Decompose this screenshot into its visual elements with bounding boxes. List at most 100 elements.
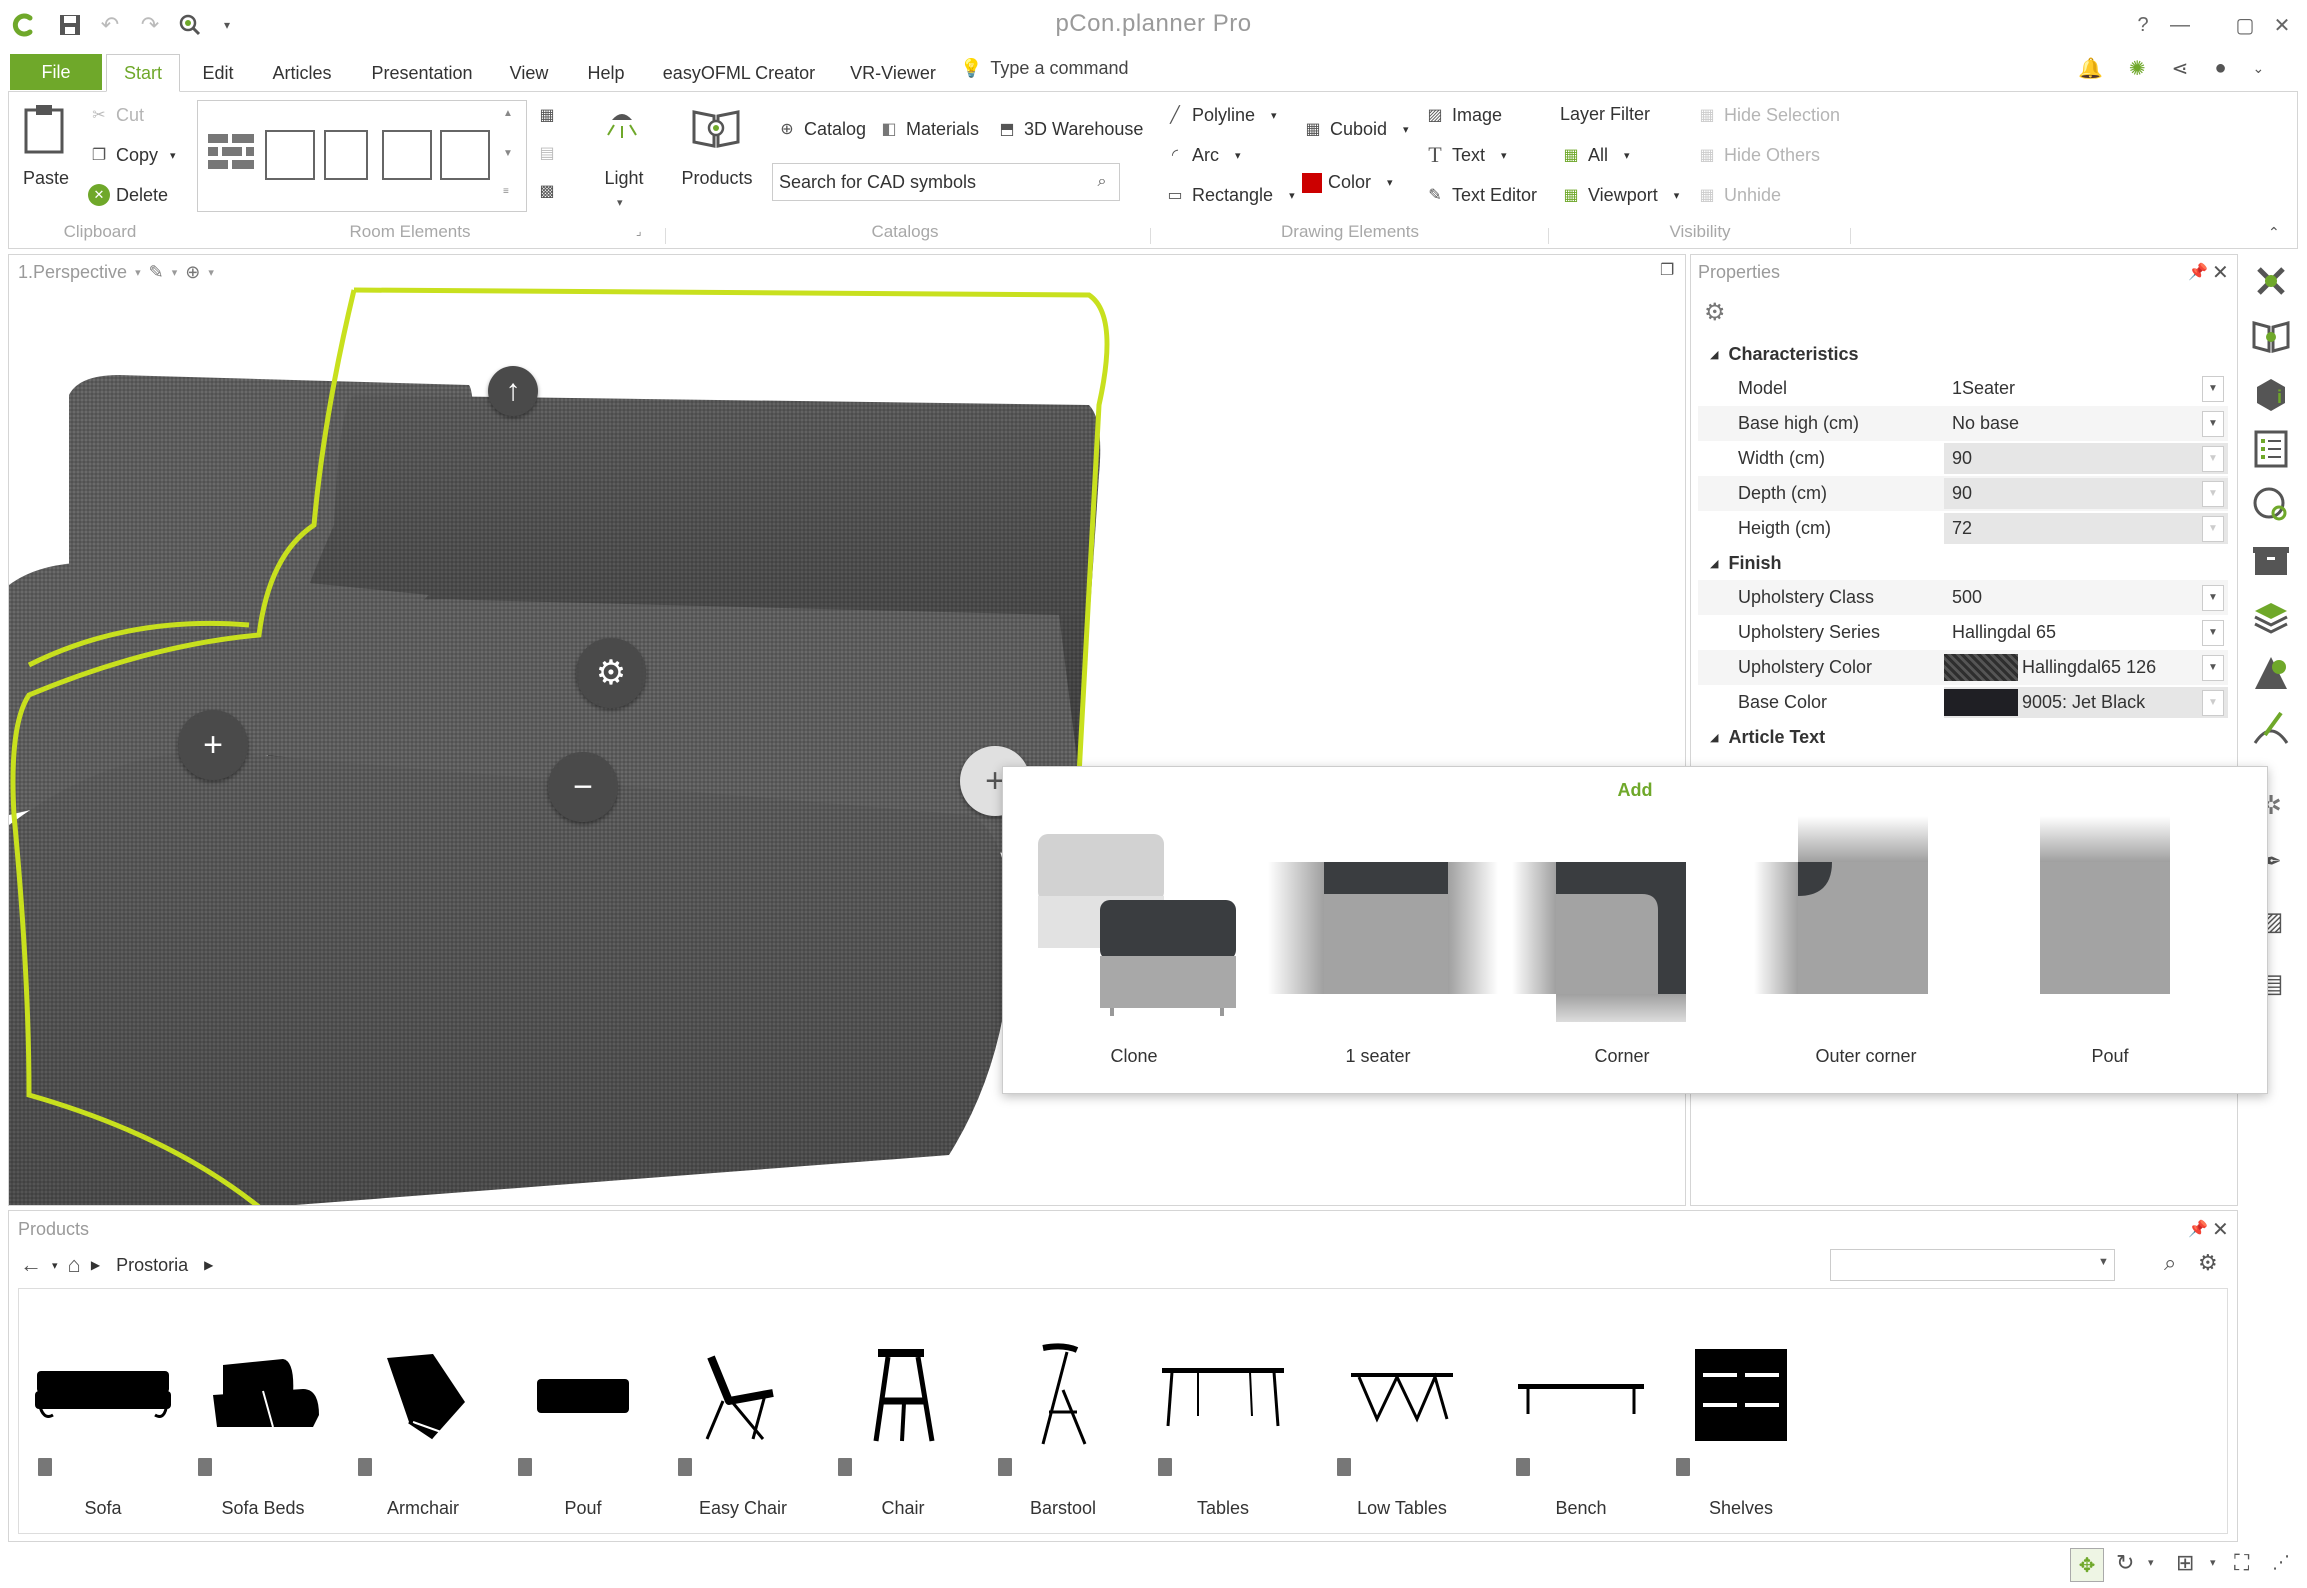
orbit-dropdown-icon[interactable]: ▾ (2148, 1556, 2154, 1569)
3d-warehouse-button[interactable]: ⬒ 3D Warehouse (996, 118, 1143, 140)
properties-tool-icon[interactable]: ⚙ (1704, 298, 1726, 327)
dropdown-arrow-icon[interactable]: ▼ (2202, 445, 2224, 472)
materials-button[interactable]: ◧ Materials (878, 118, 979, 140)
snap-dropdown-icon[interactable]: ▾ (208, 266, 214, 279)
tools-wrench-icon[interactable] (2246, 256, 2296, 306)
layer-filter-button[interactable]: Layer Filter (1560, 104, 1650, 125)
product-low-tables[interactable]: Low Tables (1327, 1330, 1477, 1530)
room-floorplan-icon[interactable] (265, 130, 315, 180)
product-sofa-beds[interactable]: Sofa Beds (188, 1330, 338, 1530)
dropdown-arrow-icon[interactable]: ▼ (2202, 654, 2224, 681)
products-close-icon[interactable]: ✕ (2212, 1217, 2229, 1242)
light-button[interactable]: Light (592, 168, 656, 189)
products-settings-icon[interactable]: ⚙ (2198, 1250, 2218, 1276)
help-icon[interactable]: ? (2128, 10, 2158, 40)
gallery-scroll-down-icon[interactable]: ▼ (503, 148, 513, 159)
article-info-icon[interactable]: i (2246, 368, 2296, 418)
breadcrumb-prostoria[interactable]: Prostoria (116, 1255, 188, 1276)
tab-easyofml-creator[interactable]: easyOFML Creator (658, 54, 820, 92)
split-view-dropdown-icon[interactable]: ▾ (2210, 1556, 2216, 1569)
layer-viewport-button[interactable]: ▦ Viewport ▾ (1560, 184, 1679, 206)
add-1-seater-option[interactable]: 1 seater (1258, 812, 1498, 1082)
prop-row-width[interactable]: Width (cm) 90 ▼ (1698, 441, 2228, 476)
cuboid-button[interactable]: ▦ Cuboid ▾ (1302, 118, 1408, 140)
viewport-restore-icon[interactable]: ❐ (1660, 260, 1674, 280)
resize-grip-icon[interactable]: ⋰ (2272, 1552, 2290, 1573)
cad-symbol-search-input[interactable]: Search for CAD symbols ⌕ (772, 163, 1120, 201)
light-icon[interactable] (600, 108, 644, 153)
ribbon-options-icon[interactable]: ⌄ (2253, 60, 2265, 77)
delete-button[interactable]: ✕ Delete (88, 184, 168, 206)
room-tool-3-icon[interactable]: ▩ (536, 180, 558, 202)
article-list-icon[interactable] (2246, 424, 2296, 474)
home-icon[interactable]: ⌂ (68, 1252, 81, 1278)
dropdown-arrow-icon[interactable]: ▼ (2202, 689, 2224, 716)
copy-button[interactable]: ❐ Copy ▾ (88, 144, 176, 166)
pen-tool-icon[interactable]: ✎ (149, 262, 164, 283)
search-icon[interactable]: ⌕ (1091, 171, 1113, 193)
product-bench[interactable]: Bench (1506, 1330, 1656, 1530)
prop-value[interactable]: 9005: Jet Black ▼ (1944, 687, 2228, 718)
product-pouf[interactable]: Pouf (508, 1330, 658, 1530)
product-chair[interactable]: Chair (828, 1330, 978, 1530)
add-clone-option[interactable]: Clone (1014, 812, 1254, 1082)
orbit-icon[interactable]: ↻ (2116, 1550, 2134, 1576)
products-search-dropdown-icon[interactable]: ▼ (2098, 1256, 2109, 1268)
products-pin-icon[interactable]: 📌 (2188, 1219, 2208, 1239)
minimize-button[interactable]: — (2165, 10, 2195, 40)
properties-pin-icon[interactable]: 📌 (2188, 262, 2208, 282)
room-tool-2-icon[interactable]: ▤ (536, 142, 558, 164)
door-icon[interactable] (324, 130, 368, 180)
text-button[interactable]: T Text ▾ (1424, 142, 1506, 167)
command-search[interactable]: 💡 Type a command (960, 58, 1129, 79)
product-armchair[interactable]: Armchair (348, 1330, 498, 1530)
tab-help[interactable]: Help (578, 54, 634, 92)
navigation-mode-icon[interactable]: ✥ (2070, 1548, 2104, 1582)
prop-row-upholstery-color[interactable]: Upholstery Color Hallingdal65 126 ▼ (1698, 650, 2228, 685)
catalog-button[interactable]: ⊕ Catalog (776, 118, 866, 140)
cut-button[interactable]: ✂ Cut (88, 104, 144, 126)
prop-value[interactable]: 500 ▼ (1944, 582, 2228, 613)
products-search-input[interactable] (1830, 1249, 2115, 1281)
prop-value[interactable]: 90 ▼ (1944, 443, 2228, 474)
product-sofa[interactable]: Sofa (28, 1330, 178, 1530)
dropdown-arrow-icon[interactable]: ▼ (2202, 619, 2224, 646)
tab-presentation[interactable]: Presentation (362, 54, 482, 92)
hide-others-button[interactable]: ▦ Hide Others (1696, 144, 1820, 166)
tab-edit[interactable]: Edit (190, 54, 246, 92)
catalog-browser-icon[interactable] (2246, 312, 2296, 362)
products-catalog-icon[interactable] (690, 106, 742, 155)
light-dropdown-icon[interactable]: ▾ (617, 196, 623, 209)
product-tables[interactable]: Tables (1148, 1330, 1298, 1530)
prop-row-upholstery-class[interactable]: Upholstery Class 500 ▼ (1698, 580, 2228, 615)
settings-gear-button[interactable]: ⚙ (576, 638, 646, 708)
prop-row-depth[interactable]: Depth (cm) 90 ▼ (1698, 476, 2228, 511)
brightness-icon[interactable]: ✺ (2129, 56, 2146, 81)
share-icon[interactable]: ⋖ (2172, 56, 2189, 81)
layer-all-button[interactable]: ▦ All ▾ (1560, 144, 1629, 166)
section-characteristics[interactable]: ◢ Characteristics (1698, 337, 2228, 371)
products-button[interactable]: Products (672, 168, 762, 189)
tab-vr-viewer[interactable]: VR-Viewer (842, 54, 944, 92)
prop-value[interactable]: 1Seater ▼ (1944, 373, 2228, 404)
prop-value[interactable]: 90 ▼ (1944, 478, 2228, 509)
image-button[interactable]: ▨ Image (1424, 104, 1502, 126)
tab-start[interactable]: Start (106, 54, 180, 92)
layers-icon[interactable] (2246, 592, 2296, 642)
collapse-ribbon-icon[interactable]: ⌃ (2268, 224, 2280, 241)
history-dropdown-icon[interactable]: ▾ (52, 1259, 58, 1272)
back-arrow-icon[interactable]: ← (20, 1252, 42, 1278)
render-grid-icon[interactable] (2246, 704, 2296, 754)
user-account-icon[interactable]: ● (2214, 57, 2226, 80)
maximize-button[interactable]: ▢ (2230, 10, 2260, 40)
file-menu-tab[interactable]: File (10, 54, 102, 90)
product-easy-chair[interactable]: Easy Chair (668, 1330, 818, 1530)
products-search-icon[interactable]: ⌕ (2164, 1250, 2176, 1276)
prop-row-upholstery-series[interactable]: Upholstery Series Hallingdal 65 ▼ (1698, 615, 2228, 650)
window-icon[interactable] (382, 130, 432, 180)
product-barstool[interactable]: Barstool (988, 1330, 1138, 1530)
material-settings-icon[interactable] (2246, 648, 2296, 698)
product-shelves[interactable]: Shelves (1666, 1330, 1816, 1530)
room-elements-launcher-icon[interactable]: ⌟ (636, 224, 642, 238)
section-article-text[interactable]: ◢ Article Text (1698, 720, 2228, 754)
